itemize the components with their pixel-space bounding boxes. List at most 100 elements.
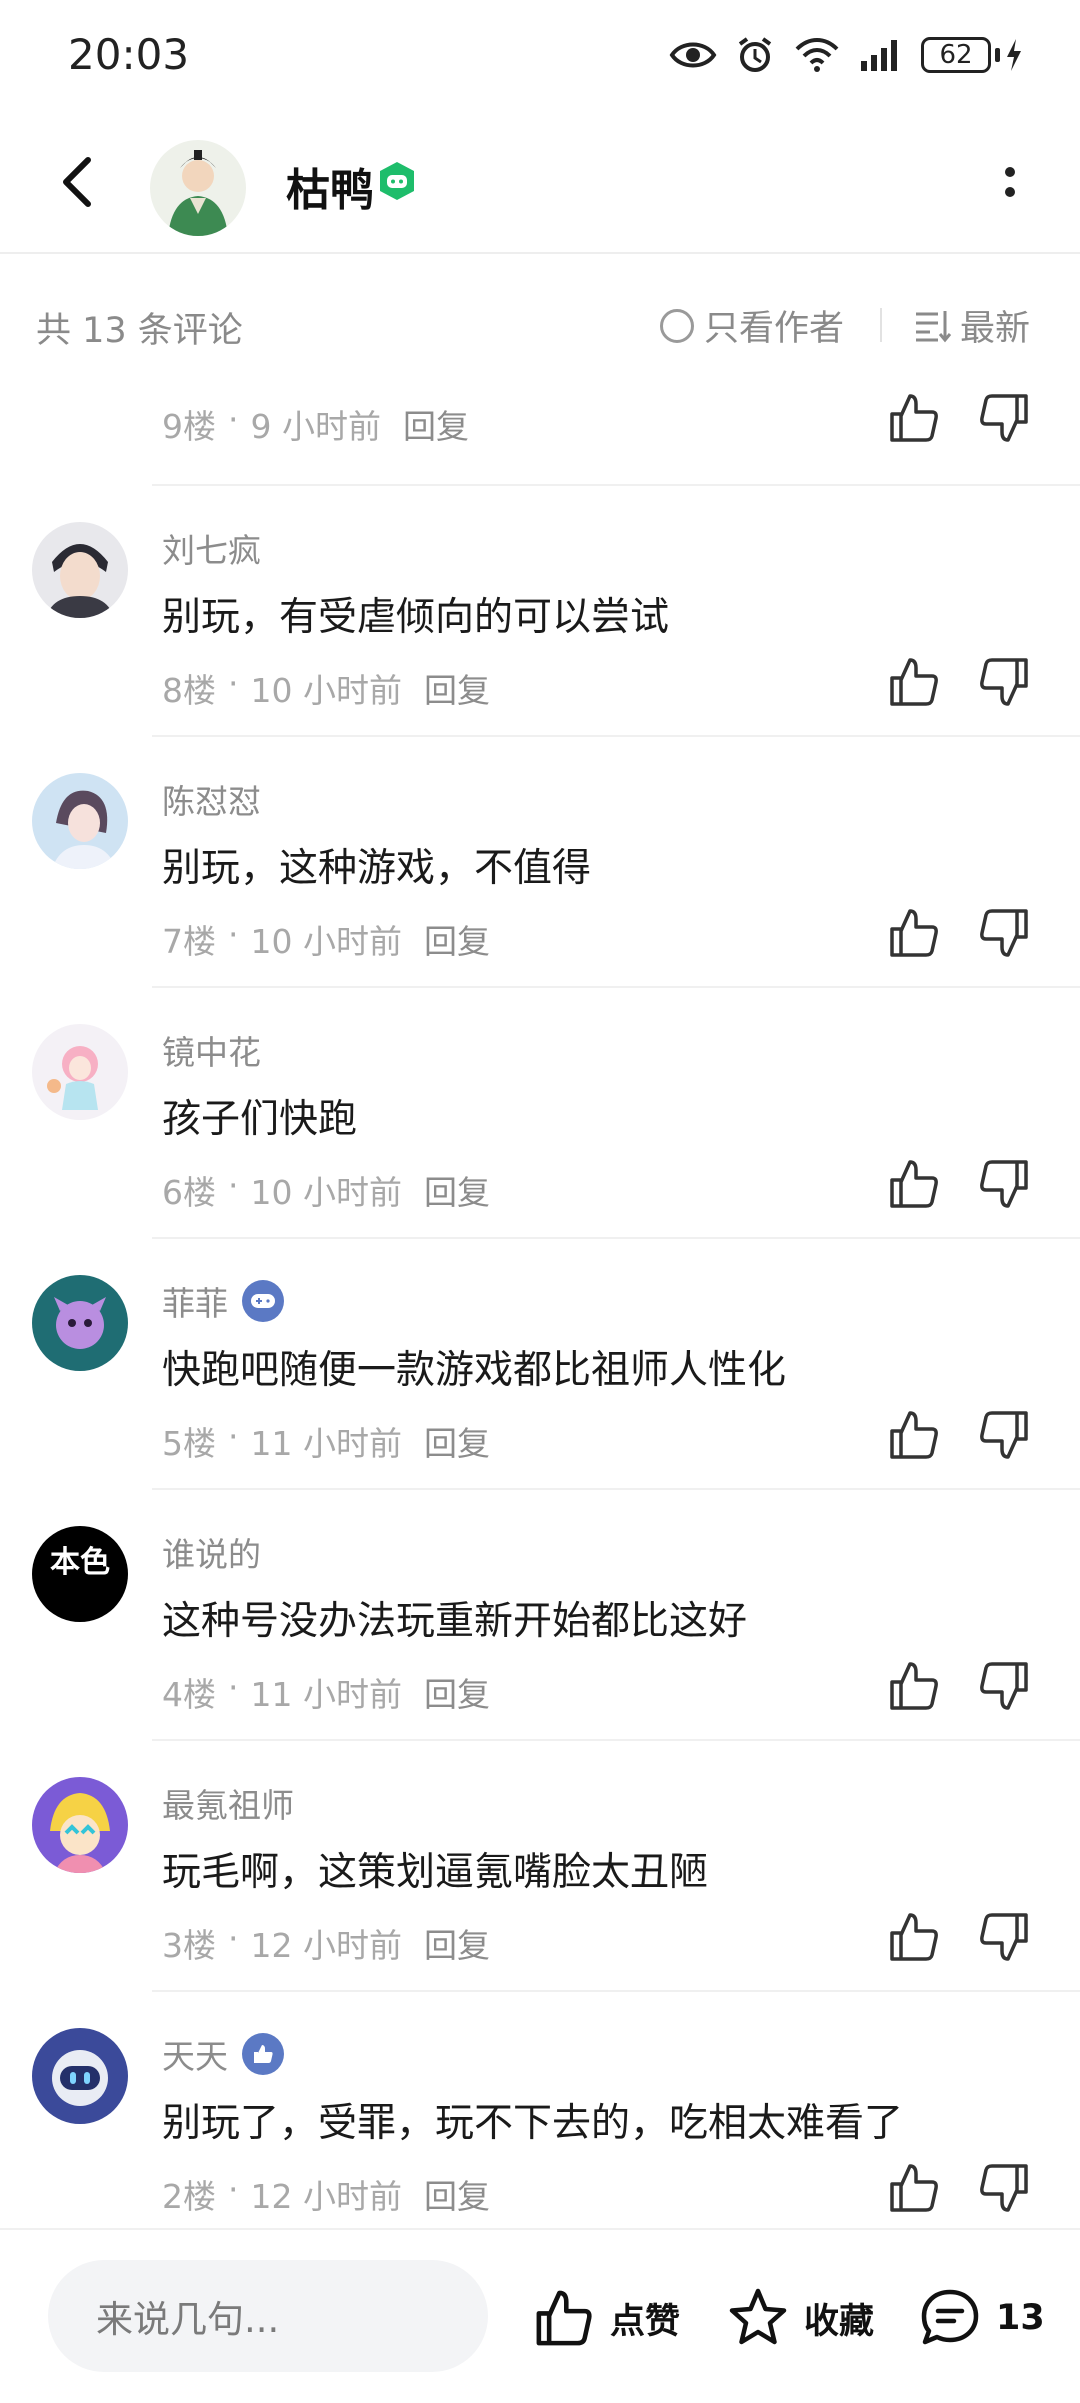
thumbs-down-icon: [980, 1160, 1028, 1208]
comment-username[interactable]: 天天: [162, 2030, 284, 2078]
comment-meta: 5楼 · 11 小时前 回复: [162, 1417, 490, 1465]
author-name[interactable]: 枯鸭: [286, 154, 374, 218]
star-icon: [729, 2288, 787, 2345]
reply-button[interactable]: 回复: [424, 915, 490, 963]
comment-time: 10 小时前: [250, 922, 402, 961]
comment-text: 别玩了，受罪，玩不下去的，吃相太难看了: [162, 2101, 904, 2146]
reply-button[interactable]: 回复: [424, 1668, 490, 1716]
thumbs-down-icon: [980, 2164, 1028, 2212]
comment-count: 共 13 条评论: [36, 311, 243, 351]
user-avatar[interactable]: 本色: [32, 1526, 128, 1622]
comment-time: 9 小时前: [250, 407, 382, 446]
comment-item: 陈怼怼 别玩，这种游戏，不值得 7楼 · 10 小时前 回复: [0, 737, 1080, 988]
user-avatar[interactable]: [32, 522, 128, 618]
comment-username[interactable]: 陈怼怼: [162, 775, 261, 823]
dislike-button[interactable]: [976, 654, 1032, 710]
dislike-button[interactable]: [976, 1658, 1032, 1714]
comment-meta: 3楼 · 12 小时前 回复: [162, 1919, 490, 1967]
thumbs-down-icon: [980, 394, 1028, 442]
dislike-button[interactable]: [976, 1407, 1032, 1463]
like-button[interactable]: [886, 390, 942, 446]
comment-item: 本色 谁说的 这种号没办法玩重新开始都比这好 4楼 · 11 小时前 回复: [0, 1490, 1080, 1741]
reply-button[interactable]: 回复: [424, 1166, 490, 1214]
sort-label: 最新: [960, 309, 1031, 349]
user-avatar[interactable]: [32, 1777, 128, 1873]
back-button[interactable]: [50, 152, 110, 212]
radio-icon: [660, 308, 694, 343]
comment-text: 别玩，有受虐倾向的可以尝试: [162, 595, 670, 640]
comment-bubble-icon: [921, 2289, 979, 2345]
like-button[interactable]: [886, 2160, 942, 2216]
comments-button[interactable]: 13: [918, 2286, 1045, 2350]
game-badge-icon: [376, 160, 418, 202]
comment-text: 孩子们快跑: [162, 1097, 358, 1142]
comment-item: 刘七疯 别玩，有受虐倾向的可以尝试 8楼 · 10 小时前 回复: [0, 486, 1080, 737]
like-button[interactable]: [886, 1909, 942, 1965]
comment-time: 11 小时前: [250, 1675, 402, 1714]
favorite-button[interactable]: 收藏: [726, 2286, 874, 2350]
comment-username[interactable]: 菲菲: [162, 1277, 284, 1325]
reply-button[interactable]: 回复: [424, 2170, 490, 2218]
like-label: 点赞: [610, 2301, 681, 2342]
svg-text:本色: 本色: [50, 1545, 110, 1580]
reply-button[interactable]: 回复: [403, 400, 469, 448]
comment-floor: 3楼: [162, 1926, 216, 1965]
comment-meta: 2楼 · 12 小时前 回复: [162, 2170, 490, 2218]
comment-text: 快跑吧随便一款游戏都比祖师人性化: [162, 1348, 787, 1393]
author-only-toggle[interactable]: 只看作者: [660, 300, 844, 351]
comment-item: 镜中花 孩子们快跑 6楼 · 10 小时前 回复: [0, 988, 1080, 1239]
sort-icon: [916, 310, 952, 342]
user-avatar[interactable]: [32, 773, 128, 869]
charging-icon: [1007, 39, 1021, 71]
thumbs-down-icon: [980, 1913, 1028, 1961]
status-bar: 20:03 62: [0, 0, 1080, 110]
like-post-button[interactable]: 点赞: [532, 2286, 680, 2350]
dislike-button[interactable]: [976, 905, 1032, 961]
comment-meta: 7楼 · 10 小时前 回复: [162, 915, 490, 963]
reply-button[interactable]: 回复: [424, 1417, 490, 1465]
thumbs-up-icon: [890, 394, 938, 442]
more-dot-icon: [1005, 167, 1015, 177]
more-dot-icon: [1005, 187, 1015, 197]
comment-username[interactable]: 刘七疯: [162, 524, 261, 572]
dislike-button[interactable]: [976, 1909, 1032, 1965]
comment-time: 11 小时前: [250, 1424, 402, 1463]
like-button[interactable]: [886, 1407, 942, 1463]
like-button[interactable]: [886, 1658, 942, 1714]
like-button[interactable]: [886, 1156, 942, 1212]
comment-floor: 9楼: [162, 407, 216, 446]
comment-item: 天天 别玩了，受罪，玩不下去的，吃相太难看了 2楼 · 12 小时前 回复: [0, 1992, 1080, 2243]
reply-button[interactable]: 回复: [424, 1919, 490, 1967]
thumbs-up-icon: [536, 2290, 592, 2346]
dislike-button[interactable]: [976, 390, 1032, 446]
thumbs-up-icon: [890, 658, 938, 706]
comment-list: 9楼 · 9 小时前 回复 刘七疯 别玩，有受虐倾向的可以尝试 8楼 · 10 小时…: [0, 370, 1080, 2243]
comment-item: 最氪祖师 玩毛啊，这策划逼氪嘴脸太丑陋 3楼 · 12 小时前 回复: [0, 1741, 1080, 1992]
user-avatar[interactable]: [32, 1275, 128, 1371]
author-avatar[interactable]: [150, 140, 246, 236]
comment-floor: 5楼: [162, 1424, 216, 1463]
comment-floor: 6楼: [162, 1173, 216, 1212]
user-avatar[interactable]: [32, 2028, 128, 2124]
author-only-label: 只看作者: [704, 309, 845, 349]
nav-bar: 枯鸭: [0, 110, 1080, 254]
comment-username[interactable]: 镜中花: [162, 1026, 261, 1074]
like-button[interactable]: [886, 654, 942, 710]
like-button[interactable]: [886, 905, 942, 961]
thumbs-up-icon: [890, 2164, 938, 2212]
dislike-button[interactable]: [976, 2160, 1032, 2216]
comment-username[interactable]: 最氪祖师: [162, 1779, 294, 1827]
bottom-action-bar: 来说几句... 点赞 收藏 13: [0, 2228, 1080, 2403]
more-options-button[interactable]: [980, 152, 1040, 212]
sort-button[interactable]: 最新: [914, 300, 1030, 351]
thumbs-up-icon: [890, 909, 938, 957]
comment-floor: 4楼: [162, 1675, 216, 1714]
dislike-button[interactable]: [976, 1156, 1032, 1212]
comment-input[interactable]: 来说几句...: [48, 2260, 488, 2372]
user-avatar[interactable]: [32, 1024, 128, 1120]
comment-time: 10 小时前: [250, 1173, 402, 1212]
comment-username[interactable]: 谁说的: [162, 1528, 261, 1576]
wifi-icon: [795, 38, 839, 72]
comment-item: 9楼 · 9 小时前 回复: [0, 370, 1080, 486]
reply-button[interactable]: 回复: [424, 664, 490, 712]
